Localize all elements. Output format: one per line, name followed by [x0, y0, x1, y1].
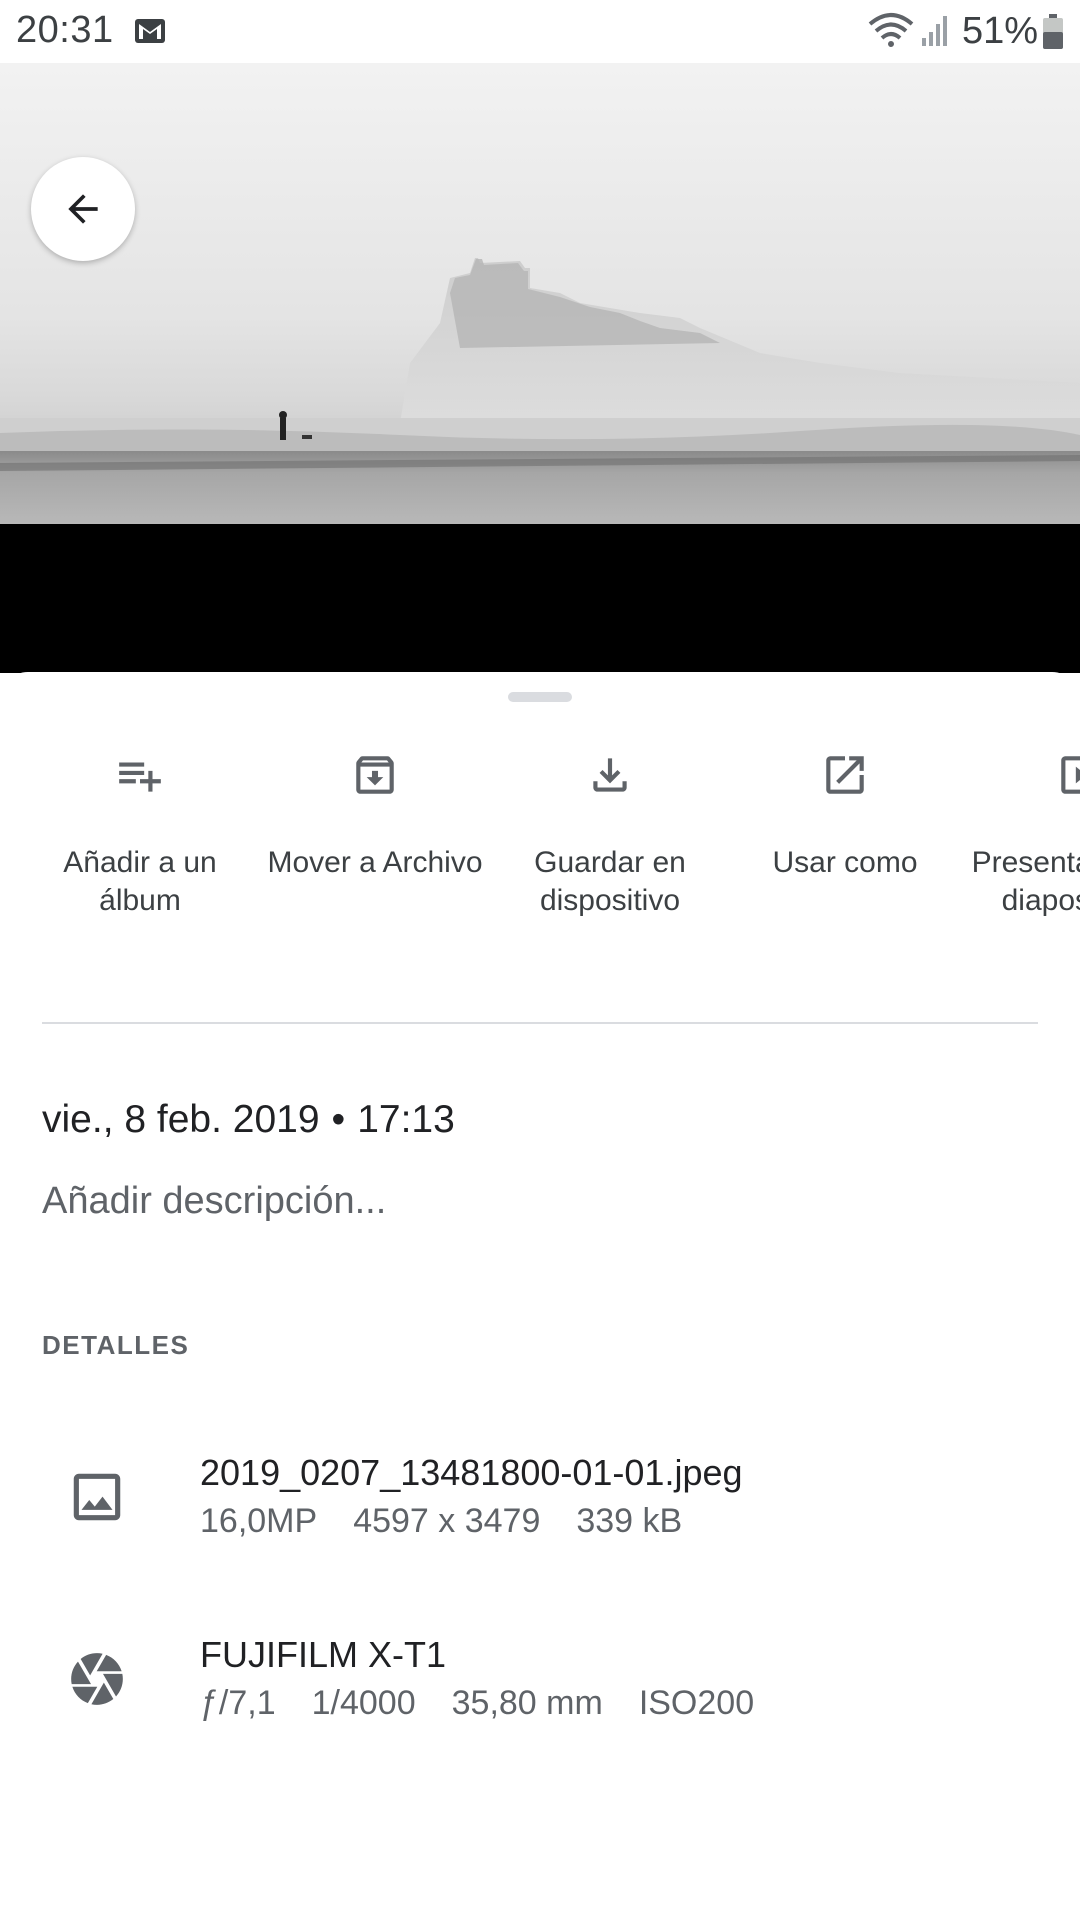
photo-viewer[interactable]: [0, 63, 1080, 673]
photo-date-time: vie., 8 feb. 2019 • 17:13: [42, 1098, 455, 1142]
status-time: 20:31: [16, 9, 114, 51]
back-button[interactable]: [31, 157, 135, 261]
playlist-add-icon: [119, 762, 161, 792]
iso: ISO200: [638, 1684, 755, 1722]
action-label: Añadir a un álbum: [63, 846, 217, 917]
battery-icon: [1043, 14, 1063, 49]
open-in-new-icon: [826, 756, 864, 794]
add-to-album-button[interactable]: Añadir a un álbum: [30, 732, 250, 972]
use-as-button[interactable]: Usar como: [735, 732, 955, 972]
info-sheet: Añadir a un álbum Mover a Archivo Guarda…: [0, 672, 1080, 1920]
camera-aperture-icon: [71, 1653, 123, 1705]
resolution: 4597 x 3479: [353, 1502, 541, 1540]
focal-length: 35,80 mm: [451, 1684, 603, 1722]
action-label: Guardar en dispositivo: [534, 846, 686, 917]
camera-details-row: FUJIFILM X-T1 ƒ/7,1 1/4000 35,80 mm ISO200: [0, 1634, 1080, 1744]
add-description-field[interactable]: Añadir descripción...: [42, 1180, 386, 1223]
camera-model: FUJIFILM X-T1: [200, 1634, 447, 1675]
save-to-device-button[interactable]: Guardar en dispositivo: [500, 732, 720, 972]
wifi-icon: [868, 13, 914, 47]
sheet-drag-handle[interactable]: [508, 692, 572, 702]
image-icon: [73, 1473, 121, 1521]
photo-image[interactable]: [0, 63, 1080, 524]
signal-icon: [922, 16, 947, 46]
actions-row: Añadir a un álbum Mover a Archivo Guarda…: [0, 732, 1080, 992]
arrow-back-icon: [68, 194, 98, 224]
move-to-archive-button[interactable]: Mover a Archivo: [265, 732, 485, 972]
slideshow-icon: [1061, 756, 1080, 794]
status-bar: 20:31 51%: [0, 0, 1080, 63]
file-meta: 16,0MP 4597 x 3479 339 kB: [200, 1502, 718, 1541]
divider: [42, 1022, 1038, 1024]
file-size: 339 kB: [576, 1502, 683, 1540]
separator-dot: •: [331, 1098, 346, 1141]
archive-icon: [356, 756, 394, 794]
camera-meta: ƒ/7,1 1/4000 35,80 mm ISO200: [200, 1684, 790, 1723]
aperture: ƒ/7,1: [200, 1684, 276, 1722]
battery-percent: 51%: [962, 10, 1039, 52]
download-icon: [593, 758, 627, 792]
gmail-icon: [135, 19, 165, 43]
file-name: 2019_0207_13481800-01-01.jpeg: [200, 1452, 743, 1493]
photo-date: vie., 8 feb. 2019: [42, 1098, 320, 1141]
photo-time: 17:13: [357, 1098, 455, 1141]
shutter-speed: 1/4000: [311, 1684, 416, 1722]
action-label: Usar como: [772, 846, 918, 879]
file-details-row: 2019_0207_13481800-01-01.jpeg 16,0MP 4597…: [0, 1452, 1080, 1562]
action-label: Mover a Archivo: [267, 846, 483, 879]
details-header: DETALLES: [42, 1330, 190, 1360]
action-label: Presentación de diapositivas: [971, 846, 1080, 917]
megapixels: 16,0MP: [200, 1502, 318, 1540]
slideshow-button[interactable]: Presentación de diapositivas: [970, 732, 1080, 972]
